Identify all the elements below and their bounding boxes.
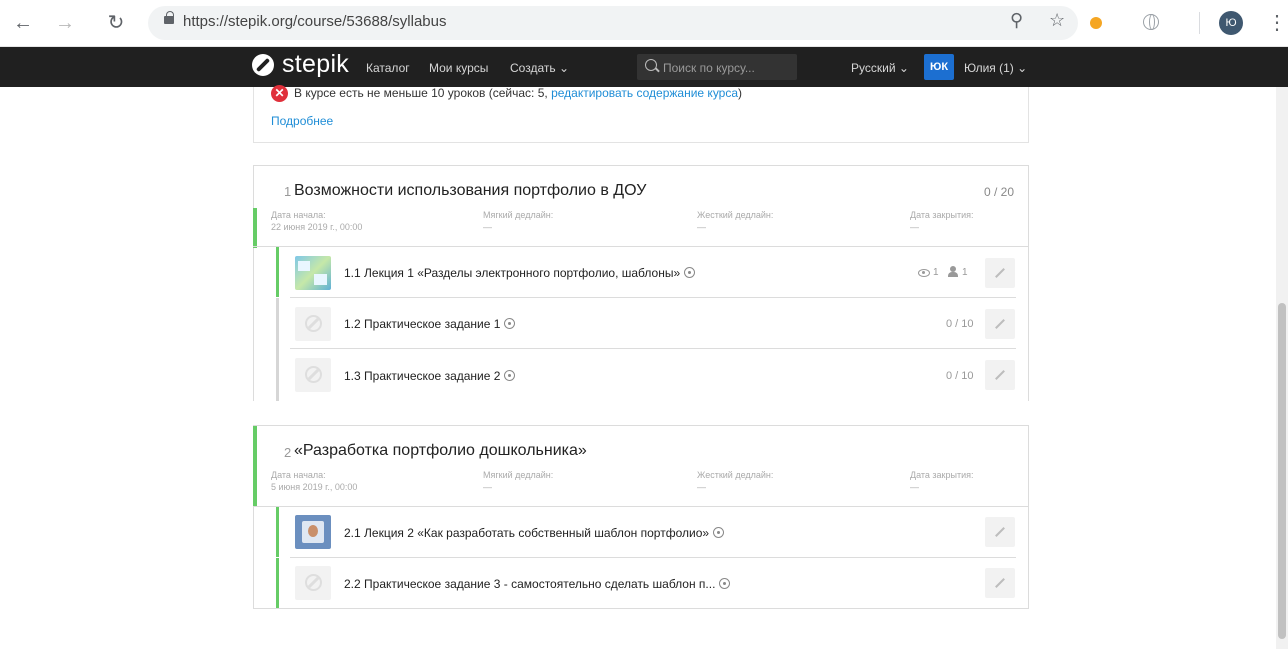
nav-my-courses[interactable]: Мои курсы: [429, 61, 488, 75]
section-title[interactable]: «Разработка портфолио дошкольника»: [294, 442, 587, 460]
error-icon: ✕: [271, 85, 288, 102]
nav-create[interactable]: Создать ⌄: [510, 61, 569, 75]
lesson-divider: [290, 557, 1016, 558]
edit-lesson-button[interactable]: [985, 568, 1015, 598]
reload-icon[interactable]: ↻: [103, 10, 129, 36]
toolbar-divider: [1199, 12, 1200, 34]
section-card: [253, 165, 1029, 401]
lesson-info-icon[interactable]: [713, 527, 725, 538]
close-date-value: —: [910, 222, 919, 232]
user-menu[interactable]: Юлия (1) ⌄: [964, 61, 1027, 75]
extension-globe-icon[interactable]: [1143, 14, 1159, 30]
lesson-score: 0 / 10: [946, 370, 974, 382]
lesson-thumbnail[interactable]: [295, 358, 331, 392]
menu-kebab-icon[interactable]: ⋮: [1267, 10, 1287, 35]
close-date-label: Дата закрытия:: [910, 210, 974, 220]
hard-deadline-label: Жесткий дедлайн:: [697, 210, 774, 220]
user-avatar[interactable]: ЮК: [924, 54, 954, 80]
lesson-progress-bar: [276, 558, 279, 608]
start-date-label: Дата начала:: [271, 470, 326, 480]
soft-deadline-value: —: [483, 482, 492, 492]
nav-catalog[interactable]: Каталог: [366, 61, 410, 75]
section-number: 1: [284, 184, 292, 199]
learners-user-icon: [948, 266, 958, 277]
edit-lesson-button[interactable]: [985, 309, 1015, 339]
lesson-divider: [290, 348, 1016, 349]
url-text[interactable]: https://stepik.org/course/53688/syllabus: [183, 13, 446, 30]
lesson-score: 0 / 10: [946, 318, 974, 330]
lesson-title[interactable]: 2.2 Практическое задание 3 - самостоятел…: [344, 577, 731, 591]
close-date-value: —: [910, 482, 919, 492]
lesson-title[interactable]: 1.3 Практическое задание 2: [344, 369, 516, 383]
lesson-info-icon[interactable]: [684, 267, 696, 278]
soft-deadline-label: Мягкий дедлайн:: [483, 210, 554, 220]
lesson-title[interactable]: 1.1 Лекция 1 «Разделы электронного портф…: [344, 266, 696, 280]
section-title[interactable]: Возможности использования портфолио в ДО…: [294, 182, 646, 200]
site-header: stepik Каталог Мои курсы Создать ⌄ Поиск…: [0, 47, 1288, 87]
profile-avatar[interactable]: Ю: [1219, 11, 1243, 35]
edit-lesson-button[interactable]: [985, 517, 1015, 547]
lesson-progress-bar: [276, 507, 279, 557]
section-score: 0 / 20: [984, 185, 1015, 199]
forward-icon[interactable]: →: [52, 10, 78, 36]
browser-toolbar: ← → ↻ https://stepik.org/course/53688/sy…: [0, 0, 1288, 47]
lesson-title[interactable]: 1.2 Практическое задание 1: [344, 317, 516, 331]
lesson-thumbnail[interactable]: [295, 307, 331, 341]
start-date-value: 22 июня 2019 г., 00:00: [271, 222, 363, 232]
requirement-message: В курсе есть не меньше 10 уроков (сейчас…: [294, 86, 743, 100]
edit-lesson-button[interactable]: [985, 258, 1015, 288]
lesson-thumbnail[interactable]: [295, 566, 331, 600]
lesson-thumbnail[interactable]: [295, 256, 331, 290]
views-eye-icon: [918, 269, 930, 277]
extension-orange-icon[interactable]: [1090, 17, 1102, 29]
start-date-label: Дата начала:: [271, 210, 326, 220]
zoom-icon[interactable]: ⚲: [1010, 10, 1023, 31]
lock-icon: [164, 11, 174, 24]
lesson-divider: [290, 297, 1016, 298]
views-count: 1: [933, 267, 939, 278]
lesson-progress-bar: [276, 349, 279, 401]
close-date-label: Дата закрытия:: [910, 470, 974, 480]
lesson-progress-bar: [276, 298, 279, 349]
section-accent: [253, 426, 257, 507]
placeholder-logo-icon: [305, 366, 322, 383]
hard-deadline-value: —: [697, 482, 706, 492]
lesson-info-icon[interactable]: [504, 370, 516, 381]
edit-content-link[interactable]: редактировать содержание курса: [551, 86, 738, 100]
search-placeholder: Поиск по курсу...: [663, 61, 755, 75]
placeholder-logo-icon: [305, 574, 322, 591]
hard-deadline-value: —: [697, 222, 706, 232]
soft-deadline-label: Мягкий дедлайн:: [483, 470, 554, 480]
section-divider: [253, 506, 1029, 507]
lesson-info-icon[interactable]: [719, 578, 731, 589]
bookmark-star-icon[interactable]: ☆: [1049, 10, 1065, 31]
logo-icon: [252, 54, 274, 76]
hard-deadline-label: Жесткий дедлайн:: [697, 470, 774, 480]
start-date-value: 5 июня 2019 г., 00:00: [271, 482, 358, 492]
more-details-link[interactable]: Подробнее: [271, 114, 333, 128]
scrollbar-thumb[interactable]: [1278, 303, 1286, 639]
learners-count: 1: [962, 267, 968, 278]
lesson-title[interactable]: 2.1 Лекция 2 «Как разработать собственны…: [344, 526, 725, 540]
section-accent: [253, 208, 257, 248]
language-selector[interactable]: Русский ⌄: [851, 61, 909, 75]
placeholder-logo-icon: [305, 315, 322, 332]
back-icon[interactable]: ←: [10, 10, 36, 36]
edit-lesson-button[interactable]: [985, 360, 1015, 390]
section-divider: [253, 246, 1029, 247]
lesson-progress-bar: [276, 247, 279, 297]
search-icon: [645, 59, 657, 71]
lesson-info-icon[interactable]: [504, 318, 516, 329]
section-number: 2: [284, 445, 292, 460]
soft-deadline-value: —: [483, 222, 492, 232]
lesson-thumbnail[interactable]: [295, 515, 331, 549]
